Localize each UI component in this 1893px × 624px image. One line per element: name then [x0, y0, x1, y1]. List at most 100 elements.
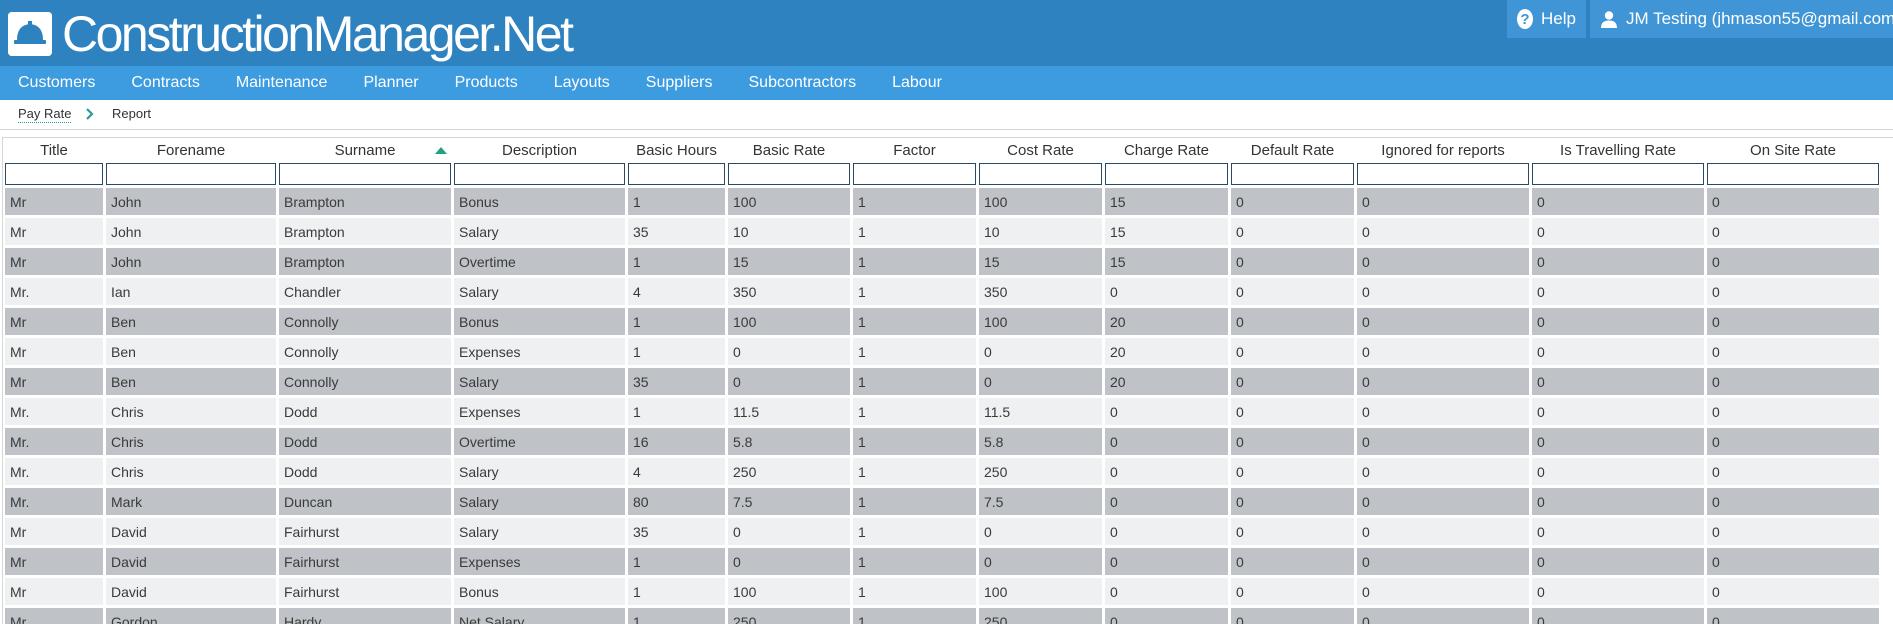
filter-input-surname[interactable]	[279, 163, 451, 185]
column-header-factor[interactable]: Factor	[853, 140, 976, 160]
cell-surname: Connolly	[279, 338, 451, 365]
filter-input-title[interactable]	[5, 163, 103, 185]
filter-input-charge-rate[interactable]	[1105, 163, 1228, 185]
column-header-surname[interactable]: Surname	[279, 140, 451, 160]
column-header-on-site-rate[interactable]: On Site Rate	[1707, 140, 1879, 160]
table-row[interactable]: Mr David Fairhurst Expenses 1 0 1 0 0 0 0 0 0	[5, 548, 1879, 575]
column-header-basic-hours[interactable]: Basic Hours	[628, 140, 725, 160]
cell-factor: 1	[853, 218, 976, 245]
menu-item-products[interactable]: Products	[437, 66, 518, 100]
column-header-charge-rate[interactable]: Charge Rate	[1105, 140, 1228, 160]
filter-input-ignored-for-reports[interactable]	[1357, 163, 1529, 185]
main-menu: Customers Contracts Maintenance Planner Prod…	[0, 66, 1893, 100]
cell-title: Mr.	[5, 278, 103, 305]
table-row[interactable]: Mr Ben Connolly Expenses 1 0 1 0 20 0 0 0 0	[5, 338, 1879, 365]
table-row[interactable]: Mr David Fairhurst Salary 35 0 1 0 0 0 0 0 0	[5, 518, 1879, 545]
cell-title: Mr	[5, 188, 103, 215]
table-row[interactable]: Mr. Ian Chandler Salary 4 350 1 350 0 0 0 0 0	[5, 278, 1879, 305]
cell-factor: 1	[853, 248, 976, 275]
column-header-title[interactable]: Title	[5, 140, 103, 160]
cell-description: Overtime	[454, 248, 625, 275]
help-label: Help	[1541, 9, 1576, 28]
filter-input-default-rate[interactable]	[1231, 163, 1354, 185]
cell-surname: Dodd	[279, 398, 451, 425]
cell-on-site-rate: 0	[1707, 518, 1879, 545]
column-header-is-travelling-rate[interactable]: Is Travelling Rate	[1532, 140, 1704, 160]
cell-is-travelling-rate: 0	[1532, 338, 1704, 365]
cell-forename: Chris	[106, 398, 276, 425]
cell-basic-hours: 1	[628, 398, 725, 425]
column-header-default-rate[interactable]: Default Rate	[1231, 140, 1354, 160]
cell-basic-hours: 1	[628, 308, 725, 335]
app-logo[interactable]: ConstructionManager.Net	[8, 6, 574, 62]
cell-basic-rate: 100	[728, 578, 850, 605]
cell-ignored-for-reports: 0	[1357, 518, 1529, 545]
menu-item-labour[interactable]: Labour	[874, 66, 942, 100]
cell-on-site-rate: 0	[1707, 428, 1879, 455]
cell-basic-rate: 250	[728, 458, 850, 485]
filter-input-basic-rate[interactable]	[728, 163, 850, 185]
filter-input-forename[interactable]	[106, 163, 276, 185]
filter-input-basic-hours[interactable]	[628, 163, 725, 185]
cell-description: Salary	[454, 218, 625, 245]
cell-default-rate: 0	[1231, 548, 1354, 575]
cell-default-rate: 0	[1231, 578, 1354, 605]
menu-item-maintenance[interactable]: Maintenance	[218, 66, 328, 100]
cell-title: Mr	[5, 518, 103, 545]
table-row[interactable]: Mr Ben Connolly Bonus 1 100 1 100 20 0 0 0 0	[5, 308, 1879, 335]
table-row[interactable]: Mr John Brampton Overtime 1 15 1 15 15 0 0 0 0	[5, 248, 1879, 275]
menu-item-planner[interactable]: Planner	[345, 66, 418, 100]
user-menu-button[interactable]: JM Testing (jhmason55@gmail.com)	[1590, 0, 1893, 38]
table-row[interactable]: Mr. Mark Duncan Salary 80 7.5 1 7.5 0 0 0 0 0	[5, 488, 1879, 515]
cell-basic-hours: 35	[628, 368, 725, 395]
filter-cell	[1105, 163, 1228, 185]
table-row[interactable]: Mr David Fairhurst Bonus 1 100 1 100 0 0 0 0 0	[5, 578, 1879, 605]
breadcrumb: Pay Rate Report	[0, 100, 1893, 130]
filter-input-description[interactable]	[454, 163, 625, 185]
table-row[interactable]: Mr John Brampton Bonus 1 100 1 100 15 0 0 0 0	[5, 188, 1879, 215]
cell-forename: Chris	[106, 428, 276, 455]
breadcrumb-pay-rate[interactable]: Pay Rate	[18, 106, 72, 123]
cell-basic-rate: 15	[728, 248, 850, 275]
cell-forename: Ben	[106, 368, 276, 395]
menu-item-layouts[interactable]: Layouts	[536, 66, 610, 100]
breadcrumb-report[interactable]: Report	[112, 106, 151, 121]
filter-input-is-travelling-rate[interactable]	[1532, 163, 1704, 185]
column-header-cost-rate[interactable]: Cost Rate	[979, 140, 1102, 160]
menu-item-suppliers[interactable]: Suppliers	[628, 66, 713, 100]
hard-hat-icon	[8, 12, 52, 56]
table-row[interactable]: Mr. Chris Dodd Salary 4 250 1 250 0 0 0 0 0	[5, 458, 1879, 485]
cell-charge-rate: 0	[1105, 608, 1228, 624]
table-row[interactable]: Mr. Chris Dodd Expenses 1 11.5 1 11.5 0 0 0 0 0	[5, 398, 1879, 425]
column-header-label: Basic Rate	[752, 141, 826, 159]
menu-item-contracts[interactable]: Contracts	[113, 66, 199, 100]
filter-cell	[979, 163, 1102, 185]
menu-item-customers[interactable]: Customers	[0, 66, 95, 100]
cell-forename: Chris	[106, 458, 276, 485]
cell-forename: John	[106, 188, 276, 215]
cell-default-rate: 0	[1231, 278, 1354, 305]
menu-item-subcontractors[interactable]: Subcontractors	[731, 66, 857, 100]
table-row[interactable]: Mr Ben Connolly Salary 35 0 1 0 20 0 0 0 0	[5, 368, 1879, 395]
cell-charge-rate: 20	[1105, 338, 1228, 365]
cell-forename: John	[106, 248, 276, 275]
cell-surname: Fairhurst	[279, 518, 451, 545]
column-header-forename[interactable]: Forename	[106, 140, 276, 160]
help-button[interactable]: ? Help	[1507, 0, 1586, 38]
filter-cell	[728, 163, 850, 185]
table-row[interactable]: Mr Gordon Hardy Net Salary 1 250 1 250 0 0 0 0 0	[5, 608, 1879, 624]
filter-input-on-site-rate[interactable]	[1707, 163, 1879, 185]
column-header-basic-rate[interactable]: Basic Rate	[728, 140, 850, 160]
table-row[interactable]: Mr. Chris Dodd Overtime 16 5.8 1 5.8 0 0 0 0 0	[5, 428, 1879, 455]
column-header-ignored-for-reports[interactable]: Ignored for reports	[1357, 140, 1529, 160]
cell-factor: 1	[853, 518, 976, 545]
filter-input-cost-rate[interactable]	[979, 163, 1102, 185]
table-row[interactable]: Mr John Brampton Salary 35 10 1 10 15 0 0 0 0	[5, 218, 1879, 245]
cell-on-site-rate: 0	[1707, 278, 1879, 305]
cell-surname: Dodd	[279, 458, 451, 485]
cell-basic-hours: 1	[628, 548, 725, 575]
cell-is-travelling-rate: 0	[1532, 518, 1704, 545]
column-header-description[interactable]: Description	[454, 140, 625, 160]
filter-input-factor[interactable]	[853, 163, 976, 185]
cell-cost-rate: 100	[979, 308, 1102, 335]
